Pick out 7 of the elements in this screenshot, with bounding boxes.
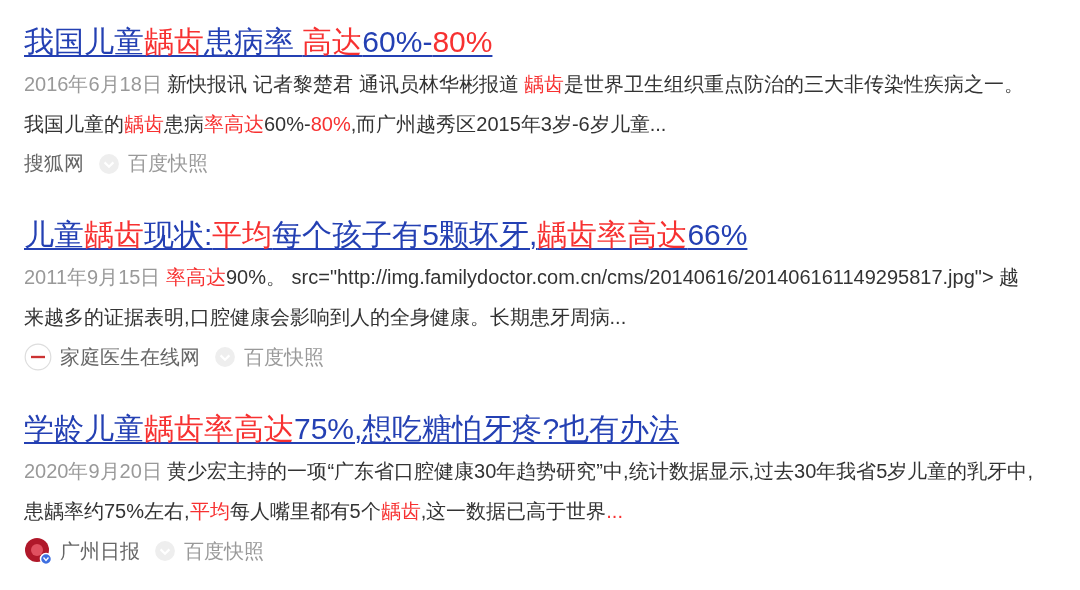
source-name: 搜狐网 (24, 151, 84, 176)
result-title-link[interactable]: 儿童龋齿现状:平均每个孩子有5颗坏牙,龋齿率高达66% (24, 215, 748, 255)
result-snippet: 2011年9月15日 率高达90%。 src="http://img.familydoctor.com.cn/cms/20140616/201406161149295817.jpg"> 越来越多的证据表明,口腔健康会影响到人的全身健康。长期患牙周病... (24, 265, 1021, 330)
result-snippet: 2016年6月18日 新快报讯 记者黎楚君 通讯员林华彬报道 龋齿是世界卫生组织重点防治的三大非传染性疾病之一。我国儿童的龋齿患病率高达60%-80%,而广州越秀区2015年3岁-6岁儿童... (24, 72, 1026, 137)
source-name: 家庭医生在线网 (60, 344, 200, 370)
source-name: 广州日报 (60, 538, 140, 564)
result-snippet: 2020年9月20日 黄少宏主持的一项“广东省口腔健康30年趋势研究”中,统计数据显示,过去30年我省5岁儿童的乳牙中,患龋率约75%左右,平均每人嘴里都有5个龋齿,这一数据已高于世界... (24, 459, 1034, 524)
